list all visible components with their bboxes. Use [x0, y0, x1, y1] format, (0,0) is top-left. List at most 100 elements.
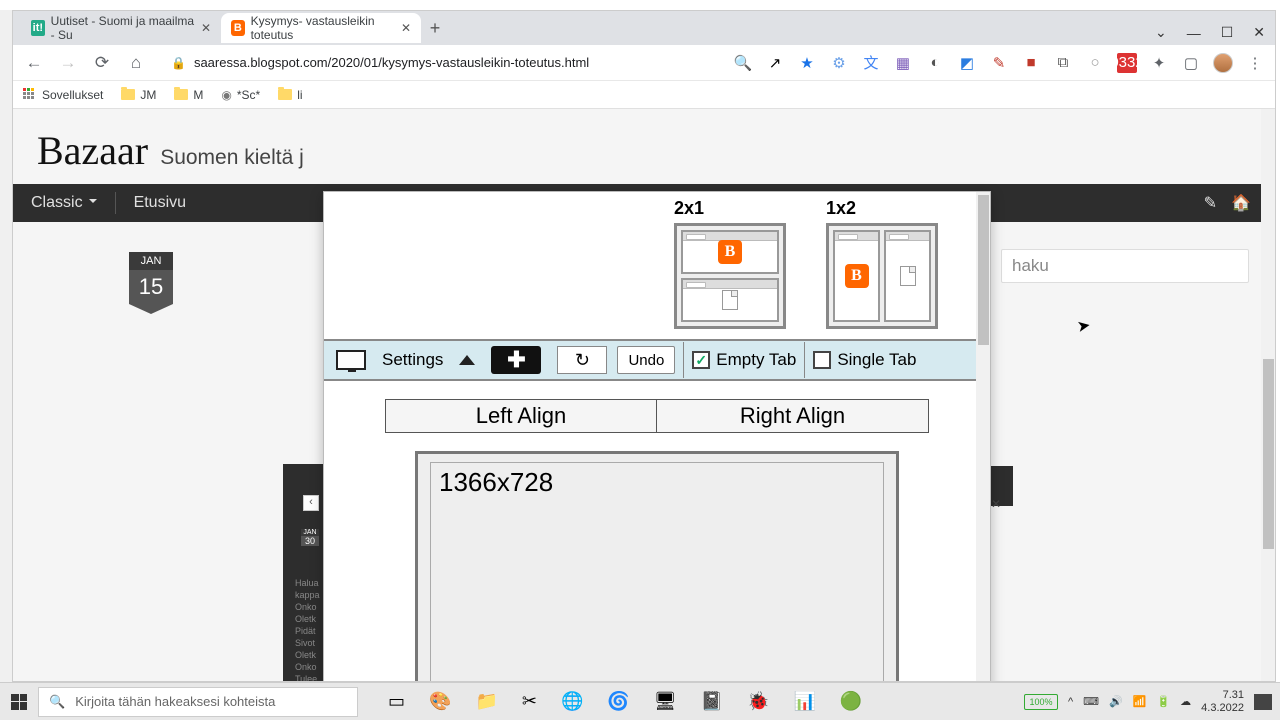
prev-arrow-button[interactable]: ‹ — [303, 495, 319, 511]
tab-strip: it! Uutiset - Suomi ja maailma - Su ✕ B … — [13, 11, 1275, 45]
blog-search-input[interactable]: haku — [1001, 249, 1249, 283]
layout-option-1x2[interactable]: 1x2 — [826, 198, 938, 329]
bookmarks-bar: Sovellukset JM M ◉*Sc* li — [13, 81, 1275, 109]
blog-title[interactable]: Bazaar — [37, 128, 148, 173]
clock[interactable]: 7.31 4.3.2022 — [1201, 689, 1244, 715]
taskbar-app-icon[interactable]: 📁 — [475, 691, 497, 712]
taskbar-app-icon[interactable]: 🖥 — [654, 691, 677, 712]
taskbar-app-icon[interactable]: 🎨 — [429, 691, 451, 712]
empty-tab-checkbox[interactable]: ✓ Empty Tab — [692, 350, 796, 370]
layout-option-2x1[interactable]: 2x1 — [674, 198, 786, 329]
bookmark-folder[interactable]: li — [278, 88, 302, 102]
bookmark-item[interactable]: ◉*Sc* — [221, 88, 260, 102]
profile-avatar[interactable] — [1213, 53, 1233, 73]
peek-text: HaluakappaOnkoOletkPidätSivotOletkOnkoTu… — [295, 577, 320, 681]
share-icon[interactable]: ↗ — [765, 53, 785, 73]
bookmark-folder[interactable]: M — [174, 88, 203, 102]
taskbar-app-icon[interactable]: 🐞 — [747, 691, 769, 712]
blog-header: Bazaar Suomen kieltä j — [13, 109, 1275, 184]
right-align-button[interactable]: Right Align — [657, 399, 929, 433]
back-button[interactable]: ← — [23, 53, 45, 73]
extension-icon[interactable]: ◩ — [957, 53, 977, 73]
menu-icon[interactable]: ⋮ — [1245, 53, 1265, 73]
tab-close-icon[interactable]: ✕ — [401, 21, 411, 35]
undo-button[interactable]: Undo — [617, 346, 675, 374]
tab-close-icon[interactable]: ✕ — [201, 21, 211, 35]
star-icon[interactable]: ★ — [797, 53, 817, 73]
page-content: Bazaar Suomen kieltä j haku Classic Etus… — [13, 109, 1275, 681]
location-icon[interactable]: ○ — [1085, 53, 1105, 73]
left-align-button[interactable]: Left Align — [385, 399, 657, 433]
settings-button[interactable]: Settings — [376, 344, 449, 376]
collapse-button[interactable] — [453, 344, 481, 376]
extension-icon[interactable]: ▦ — [893, 53, 913, 73]
address-bar: ← → ⟳ ⌂ 🔒 saaressa.blogspot.com/2020/01/… — [13, 45, 1275, 81]
windows-icon — [11, 694, 27, 710]
open-icon[interactable]: ⧉ — [1053, 53, 1073, 73]
taskbar-app-icon[interactable]: ▭ — [388, 691, 405, 712]
tray-expand-icon[interactable]: ^ — [1068, 696, 1073, 708]
overlay-scrollbar[interactable]: ▴ ▾ — [976, 192, 990, 681]
extensions-icon[interactable]: ✦ — [1149, 53, 1169, 73]
overlay-toolbar: Settings ✚ ↻ Undo ✓ Empty Tab Single Tab — [324, 339, 990, 381]
nav-home-link[interactable]: Etusivu — [134, 194, 186, 212]
favicon-icon: it! — [31, 20, 45, 36]
sidepanel-icon[interactable]: ▢ — [1181, 53, 1201, 73]
zoom-icon[interactable]: 🔍 — [733, 53, 753, 73]
nav-classic-dropdown[interactable]: Classic — [31, 194, 97, 212]
extension-icon[interactable]: ◐ — [925, 53, 945, 73]
lock-icon: 🔒 — [171, 56, 186, 70]
display-icon[interactable] — [330, 344, 372, 376]
close-button[interactable]: ✕ — [1253, 24, 1265, 41]
url-input[interactable]: 🔒 saaressa.blogspot.com/2020/01/kysymys-… — [159, 49, 721, 77]
tab-uutiset[interactable]: it! Uutiset - Suomi ja maailma - Su ✕ — [21, 13, 221, 43]
page-scrollbar[interactable] — [1261, 109, 1275, 681]
address-bar-icons: 🔍 ↗ ★ ⚙ 文 ▦ ◐ ◩ ✎ ■ ⧉ ○ 0332 ✦ ▢ ⋮ — [733, 53, 1265, 73]
onedrive-icon[interactable]: ☁ — [1180, 695, 1191, 708]
taskbar-app-icon[interactable]: 🟢 — [840, 691, 862, 712]
extension-badge[interactable]: 0332 — [1117, 53, 1137, 73]
url-text: saaressa.blogspot.com/2020/01/kysymys-va… — [194, 55, 589, 70]
start-button[interactable] — [0, 683, 38, 721]
bookmark-apps[interactable]: Sovellukset — [23, 88, 103, 102]
reload-button[interactable]: ⟳ — [91, 53, 113, 73]
taskbar-app-icon[interactable]: 📊 — [794, 691, 816, 712]
maximize-button[interactable]: ☐ — [1221, 24, 1234, 41]
ime-icon[interactable]: ⌨ — [1083, 695, 1099, 708]
pencil-icon[interactable]: ✎ — [989, 53, 1009, 73]
folder-icon — [278, 89, 292, 100]
apps-icon — [23, 88, 37, 102]
network-icon[interactable]: 📶 — [1133, 695, 1147, 708]
stop-icon[interactable]: ■ — [1021, 53, 1041, 73]
close-icon[interactable]: ✕ — [991, 497, 1003, 509]
battery-indicator[interactable]: 100% — [1024, 694, 1058, 710]
taskbar-search-input[interactable]: 🔍 Kirjoita tähän hakeaksesi kohteista — [38, 687, 358, 717]
home-icon[interactable]: 🏠 — [1231, 193, 1251, 213]
edit-icon[interactable]: ✎ — [1204, 193, 1217, 213]
new-tab-button[interactable]: + — [421, 14, 449, 42]
layout-label: 2x1 — [674, 198, 786, 219]
volume-icon[interactable]: 🔊 — [1109, 695, 1123, 708]
taskbar-apps: ▭ 🎨 📁 ✂ 🌐 🌀 🖥 📓 🐞 📊 🟢 — [388, 691, 862, 712]
extension-icon[interactable]: ⚙ — [829, 53, 849, 73]
tab-title: Uutiset - Suomi ja maailma - Su — [51, 14, 195, 42]
minimize-button[interactable]: — — [1187, 25, 1201, 41]
refresh-button[interactable]: ↻ — [551, 344, 613, 376]
single-tab-checkbox[interactable]: Single Tab — [813, 350, 916, 370]
taskbar-app-icon[interactable]: 🌐 — [561, 691, 583, 712]
taskbar-app-icon[interactable]: ✂ — [522, 691, 537, 712]
home-button[interactable]: ⌂ — [125, 53, 147, 73]
taskbar-app-icon[interactable]: 📓 — [701, 691, 723, 712]
power-icon[interactable]: 🔋 — [1156, 695, 1170, 708]
folder-icon — [121, 89, 135, 100]
favicon-icon: B — [231, 20, 245, 36]
bookmark-folder[interactable]: JM — [121, 88, 156, 102]
add-button[interactable]: ✚ — [485, 344, 547, 376]
notifications-icon[interactable] — [1254, 694, 1272, 710]
tab-kysymys[interactable]: B Kysymys- vastausleikin toteutus ✕ — [221, 13, 421, 43]
forward-button[interactable]: → — [57, 53, 79, 73]
window-dropdown-icon[interactable]: ⌄ — [1155, 24, 1167, 41]
translate-icon[interactable]: 文 — [861, 53, 881, 73]
date-month: JAN — [129, 252, 173, 270]
taskbar-app-icon[interactable]: 🌀 — [607, 691, 629, 712]
